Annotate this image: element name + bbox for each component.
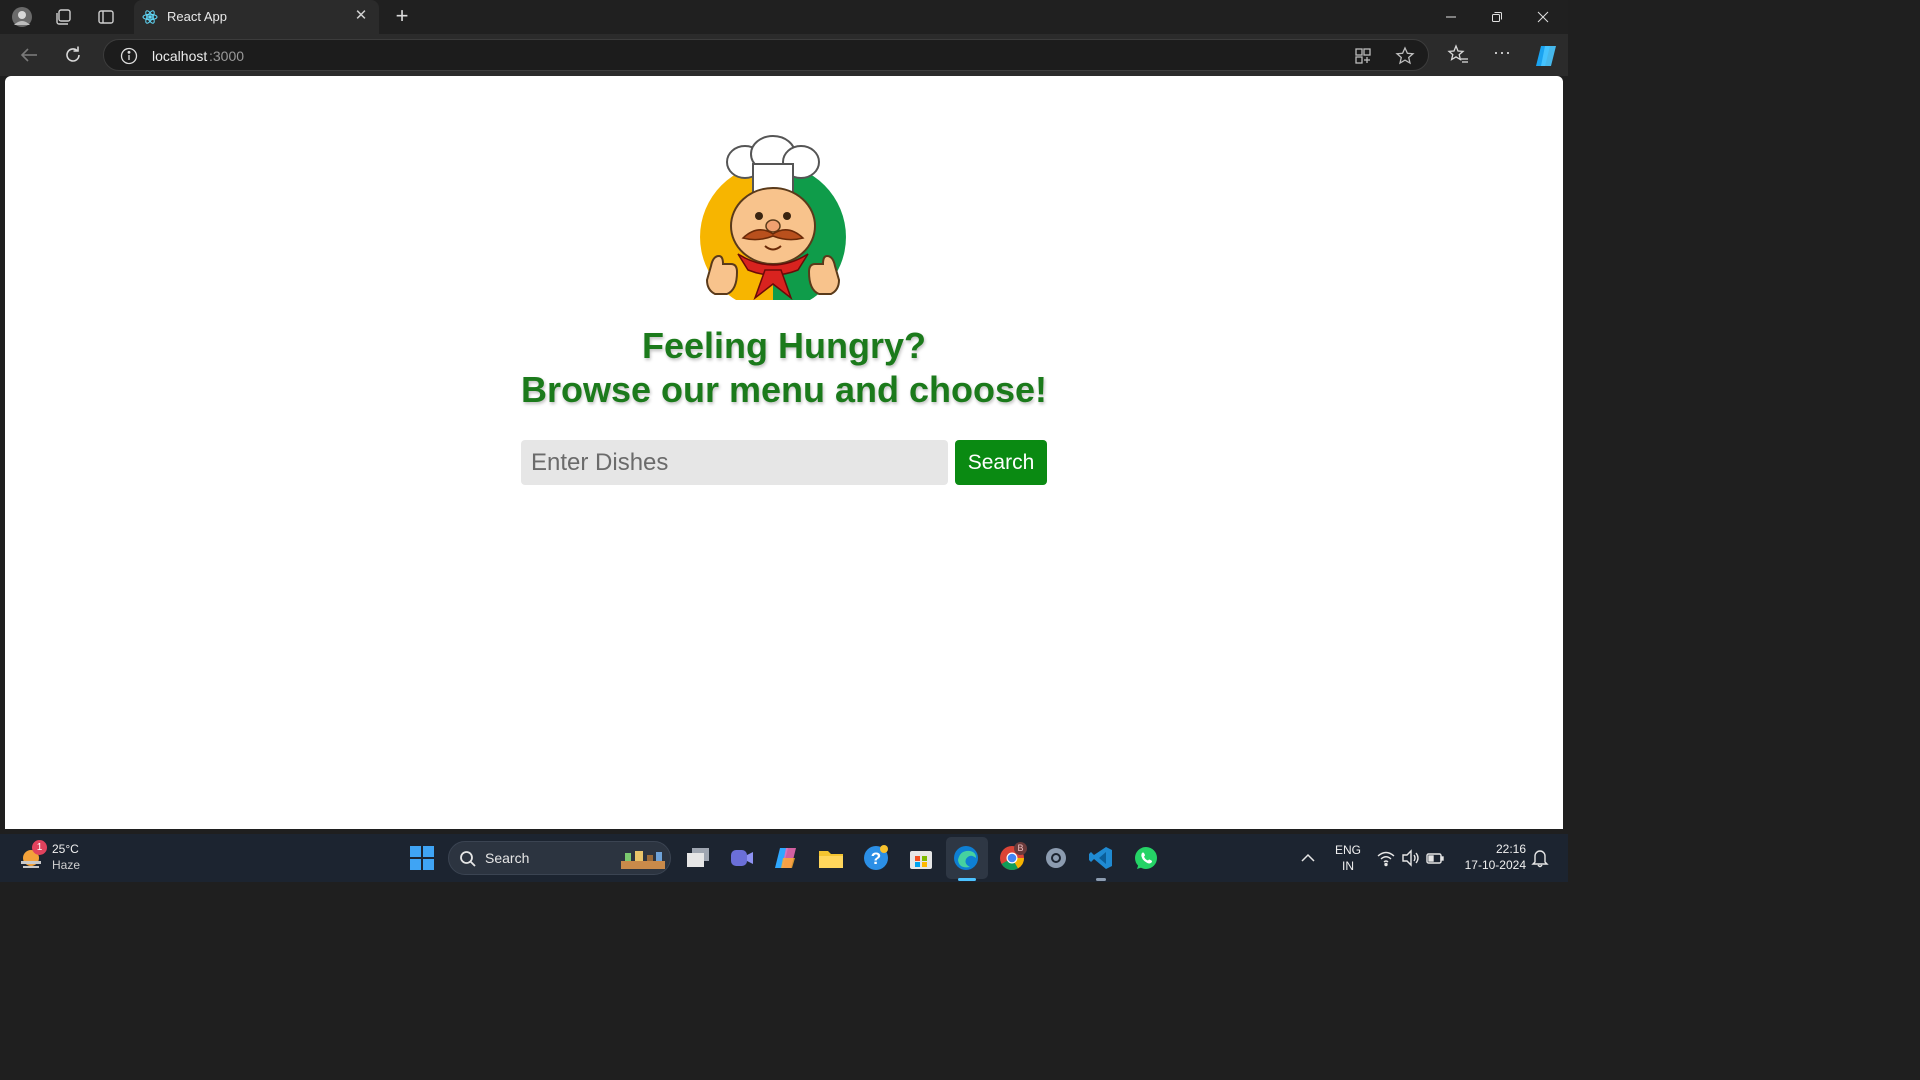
lang-line-1[interactable]: ENG	[1332, 843, 1364, 857]
file-explorer-icon[interactable]	[818, 845, 844, 871]
vscode-icon[interactable]	[1088, 845, 1114, 871]
tab-actions-icon[interactable]	[95, 6, 117, 28]
more-icon[interactable]: ···	[1491, 43, 1513, 66]
edge-icon[interactable]	[953, 845, 979, 871]
site-info-icon[interactable]	[120, 47, 138, 65]
url-port: :3000	[209, 48, 245, 64]
restore-icon[interactable]	[1474, 0, 1520, 34]
url-host: localhost	[152, 48, 208, 64]
new-tab-icon[interactable]: +	[392, 5, 412, 27]
favorite-star-icon[interactable]	[1395, 46, 1415, 66]
browser-toolbar: localhost :3000 ···	[0, 34, 1568, 76]
task-view-icon[interactable]	[685, 845, 711, 871]
store-icon[interactable]	[908, 845, 934, 871]
search-button[interactable]: Search	[955, 440, 1047, 485]
back-icon[interactable]	[18, 44, 40, 66]
search-icon	[459, 850, 477, 868]
browser-title-bar: React App ✕ +	[0, 0, 1568, 34]
windows-taskbar: 1 25°C Haze Search ? B ENG IN 22:16 17-1…	[0, 834, 1568, 882]
taskbar-search-label: Search	[485, 850, 530, 866]
help-icon[interactable]: ?	[863, 845, 889, 871]
address-bar[interactable]: localhost :3000	[103, 39, 1429, 71]
minimize-icon[interactable]	[1428, 0, 1474, 34]
workspaces-icon[interactable]	[52, 6, 74, 28]
heading-line-2: Browse our menu and choose!	[520, 369, 1048, 410]
edge-active-indicator	[958, 878, 976, 881]
heading-line-1: Feeling Hungry?	[641, 325, 926, 366]
whatsapp-icon[interactable]	[1133, 845, 1159, 871]
taskbar-search-box[interactable]: Search	[448, 841, 671, 875]
browser-tab-active[interactable]: React App ✕	[134, 0, 379, 34]
copilot-app-icon[interactable]	[774, 845, 800, 871]
chef-logo	[693, 134, 853, 310]
vscode-running-indicator	[1096, 878, 1106, 881]
wifi-icon[interactable]	[1376, 848, 1396, 868]
copilot-icon[interactable]	[1533, 43, 1559, 69]
refresh-icon[interactable]	[62, 44, 84, 66]
app-available-icon[interactable]	[1354, 47, 1372, 65]
settings-icon[interactable]	[1043, 845, 1069, 871]
battery-icon[interactable]	[1425, 848, 1445, 868]
window-close-icon[interactable]	[1520, 0, 1566, 34]
meet-icon[interactable]	[729, 845, 755, 871]
page-heading: Feeling Hungry? Browse our menu and choo…	[5, 324, 1563, 412]
lang-line-2[interactable]: IN	[1332, 859, 1364, 873]
windows-start-icon[interactable]	[409, 845, 435, 871]
weather-desc: Haze	[52, 858, 81, 872]
clock-date[interactable]: 17-10-2024	[1452, 858, 1526, 872]
weather-badge: 1	[32, 840, 47, 855]
clock-time[interactable]: 22:16	[1458, 842, 1526, 856]
search-highlight-image	[619, 847, 667, 871]
tab-title: React App	[167, 9, 227, 24]
volume-icon[interactable]	[1400, 848, 1420, 868]
close-icon[interactable]: ✕	[352, 7, 370, 25]
svg-text:?: ?	[871, 849, 881, 868]
chrome-badge: B	[1014, 842, 1027, 855]
favorites-icon[interactable]	[1447, 44, 1469, 66]
dish-search-input[interactable]	[521, 440, 948, 485]
weather-temp: 25°C	[52, 842, 79, 856]
profile-avatar-icon[interactable]	[11, 6, 33, 28]
chevron-up-icon[interactable]	[1298, 848, 1318, 868]
notification-bell-icon[interactable]	[1531, 848, 1549, 868]
react-favicon-icon	[142, 9, 158, 25]
page-viewport: Feeling Hungry? Browse our menu and choo…	[5, 76, 1563, 829]
